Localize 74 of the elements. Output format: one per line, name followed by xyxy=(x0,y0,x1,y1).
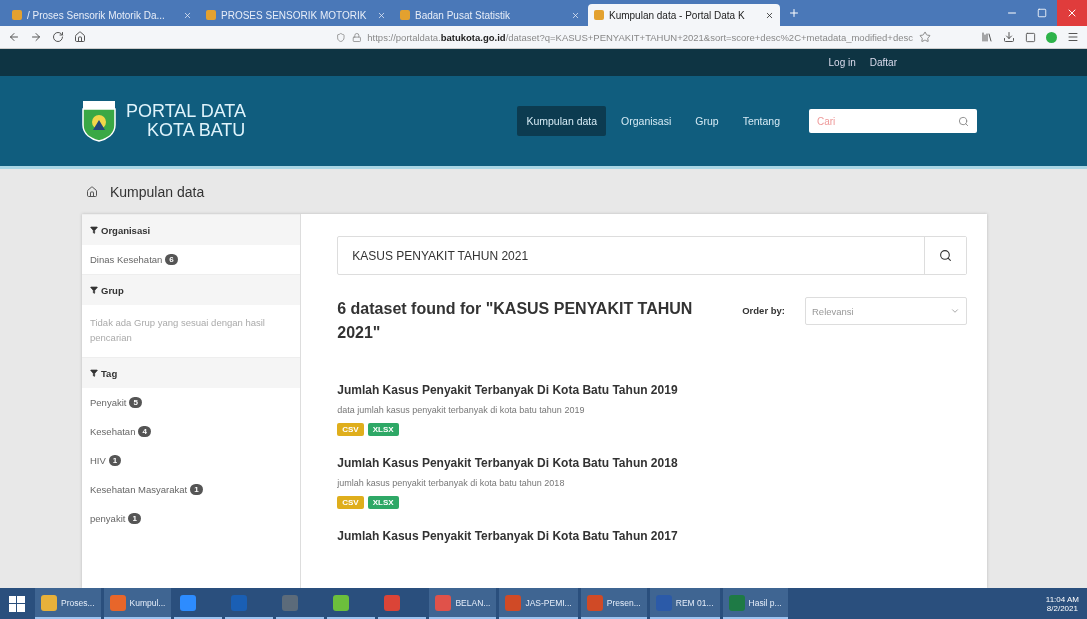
browser-tab[interactable]: Badan Pusat Statistik xyxy=(394,4,586,26)
dataset-search-field[interactable]: KASUS PENYAKIT TAHUN 2021 xyxy=(337,236,967,275)
taskbar-app[interactable]: JAS-PEMI... xyxy=(499,588,578,619)
nav-link[interactable]: Kumpulan data xyxy=(517,106,607,136)
top-link[interactable]: Daftar xyxy=(869,57,897,68)
nav-link[interactable]: Tentang xyxy=(733,106,789,136)
dataset-title-link[interactable]: Jumlah Kasus Penyakit Terbanyak Di Kota Batu Tahun 2019 xyxy=(337,383,967,397)
city-crest-logo xyxy=(82,100,116,142)
site-title[interactable]: PORTAL DATA KOTA BATU xyxy=(126,102,247,140)
taskbar-app[interactable]: Kumpul... xyxy=(103,588,172,619)
reader-icon[interactable] xyxy=(1025,31,1036,43)
facet-item[interactable]: Dinas Kesehatan 6 xyxy=(82,245,301,274)
filter-icon xyxy=(90,226,98,234)
count-badge: 1 xyxy=(190,484,203,495)
home-icon[interactable] xyxy=(74,31,86,43)
search-icon[interactable] xyxy=(958,115,969,127)
taskbar-clock[interactable]: 11:04 AM 8/2/2021 xyxy=(1039,594,1085,613)
dataset-title-link[interactable]: Jumlah Kasus Penyakit Terbanyak Di Kota Batu Tahun 2017 xyxy=(337,529,967,543)
favicon-icon xyxy=(400,10,410,20)
favicon-icon xyxy=(12,10,22,20)
facet-item[interactable]: Kesehatan 4 xyxy=(82,417,301,446)
nav-link[interactable]: Organisasi xyxy=(612,106,681,136)
count-badge: 4 xyxy=(138,426,151,437)
order-label: Order by: xyxy=(742,305,785,316)
browser-tab[interactable]: / Proses Sensorik Motorik Da... xyxy=(6,4,198,26)
count-badge: 1 xyxy=(128,513,141,524)
search-icon xyxy=(939,249,952,262)
browser-tab[interactable]: Kumpulan data - Portal Data K xyxy=(588,4,780,26)
breadcrumb-link[interactable]: Kumpulan data xyxy=(110,183,205,200)
filter-icon xyxy=(90,286,98,294)
search-button[interactable] xyxy=(924,237,966,274)
count-badge: 5 xyxy=(129,397,142,408)
menu-icon[interactable] xyxy=(1067,31,1079,43)
facet-item[interactable]: Penyakit 5 xyxy=(82,388,301,417)
favicon-icon xyxy=(206,10,216,20)
reload-icon[interactable] xyxy=(52,31,64,43)
nav-link[interactable]: Grup xyxy=(686,106,728,136)
taskbar-app[interactable]: Hasil p... xyxy=(722,588,788,619)
taskbar-app[interactable]: BELAN... xyxy=(429,588,497,619)
tab-close-icon[interactable] xyxy=(377,10,386,20)
bookmark-star-icon[interactable] xyxy=(919,31,931,43)
facet-item[interactable]: Kesehatan Masyarakat 1 xyxy=(82,475,301,504)
tab-close-icon[interactable] xyxy=(765,10,774,20)
top-link[interactable]: Log in xyxy=(828,57,856,68)
dataset-title-link[interactable]: Jumlah Kasus Penyakit Terbanyak Di Kota Batu Tahun 2018 xyxy=(337,456,967,470)
favicon-icon xyxy=(594,10,604,20)
new-tab-icon[interactable] xyxy=(788,7,800,19)
shield-icon xyxy=(336,31,346,43)
taskbar-app[interactable]: Presen... xyxy=(580,588,647,619)
tab-close-icon[interactable] xyxy=(183,10,192,20)
download-icon[interactable] xyxy=(1003,31,1015,43)
count-badge: 6 xyxy=(165,254,178,265)
count-badge: 1 xyxy=(108,455,122,466)
facet-title: Organisasi xyxy=(101,224,151,236)
dataset-description: jumlah kasus penyakit terbanyak di kota batu tahun 2018 xyxy=(337,478,566,488)
forward-icon[interactable] xyxy=(30,31,42,43)
back-icon[interactable] xyxy=(8,31,20,43)
lock-icon xyxy=(351,31,362,43)
filter-icon xyxy=(90,369,98,377)
browser-tab[interactable]: PROSES SENSORIK MOTORIK xyxy=(200,4,392,26)
library-icon[interactable] xyxy=(981,31,993,43)
results-heading: 6 dataset found for "KASUS PENYAKIT TAHUN 2021" xyxy=(337,299,694,343)
facet-item[interactable]: penyakit 1 xyxy=(82,504,301,533)
taskbar-app[interactable]: Proses... xyxy=(35,588,101,619)
taskbar-app[interactable]: REM 01... xyxy=(649,588,720,619)
facet-title: Tag xyxy=(101,367,118,379)
extension-icon[interactable] xyxy=(1046,31,1057,43)
facet-item[interactable]: HIV 1 xyxy=(82,446,301,475)
tab-close-icon[interactable] xyxy=(571,10,580,20)
empty-note: Tidak ada Grup yang sesuai dengan hasil pencarian xyxy=(89,316,266,345)
chevron-down-icon xyxy=(950,306,960,316)
facet-title: Grup xyxy=(101,284,124,296)
home-icon[interactable] xyxy=(86,185,98,198)
dataset-description: data jumlah kasus penyakit terbanyak di kota batu tahun 2019 xyxy=(337,405,586,415)
